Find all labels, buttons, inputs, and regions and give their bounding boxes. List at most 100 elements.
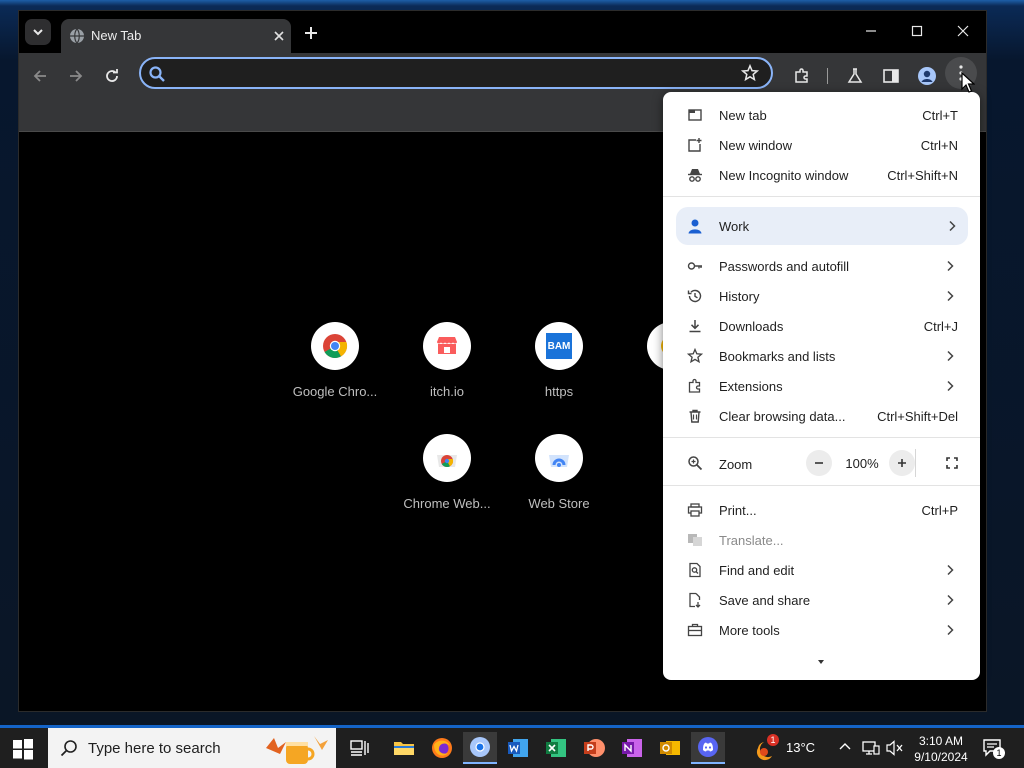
omnibox[interactable] bbox=[139, 57, 773, 89]
zoom-icon bbox=[688, 456, 703, 471]
shortcut-label: Web Store bbox=[528, 496, 590, 511]
show-hidden-icons-button[interactable] bbox=[838, 740, 854, 756]
bookmark-star-icon[interactable] bbox=[741, 64, 759, 82]
autumn-mug-icon bbox=[266, 736, 328, 764]
mouse-cursor-icon bbox=[961, 72, 975, 93]
zoom-out-button[interactable] bbox=[806, 450, 832, 476]
task-view-button[interactable] bbox=[343, 732, 377, 764]
shortcut-tile[interactable]: Google Chro... bbox=[285, 322, 385, 412]
shortcut-label: itch.io bbox=[430, 384, 464, 399]
taskbar-onenote[interactable] bbox=[615, 732, 649, 764]
shortcut-tile[interactable]: itch.io bbox=[397, 322, 497, 412]
onenote-icon bbox=[622, 739, 642, 757]
new-tab-button[interactable] bbox=[299, 21, 323, 45]
omnibox-input[interactable] bbox=[175, 62, 719, 86]
menu-scroll-down-button[interactable] bbox=[816, 653, 826, 664]
search-icon bbox=[60, 740, 77, 757]
minus-icon bbox=[815, 462, 823, 464]
menu-item-bookmarks-and-lists[interactable]: Bookmarks and lists bbox=[663, 341, 980, 371]
tab-new-tab[interactable]: New Tab bbox=[61, 19, 291, 53]
menu-item-passwords-and-autofill[interactable]: Passwords and autofill bbox=[663, 251, 980, 281]
taskbar-outlook[interactable] bbox=[653, 732, 687, 764]
extensions-button[interactable] bbox=[788, 62, 816, 90]
menu-item-save-and-share[interactable]: Save and share bbox=[663, 585, 980, 615]
fullscreen-icon bbox=[946, 457, 958, 469]
menu-item-new-incognito-window[interactable]: New Incognito window Ctrl+Shift+N bbox=[663, 160, 980, 190]
labs-button[interactable] bbox=[841, 62, 869, 90]
notification-center-button[interactable]: 1 bbox=[982, 737, 1005, 759]
volume-button[interactable] bbox=[885, 740, 905, 756]
weather-widget[interactable]: 1 bbox=[752, 734, 780, 762]
chevron-right-icon bbox=[947, 380, 954, 392]
save-share-icon bbox=[689, 592, 701, 608]
back-button[interactable] bbox=[26, 62, 54, 90]
menu-item-extensions[interactable]: Extensions bbox=[663, 371, 980, 401]
print-icon bbox=[687, 503, 703, 517]
side-panel-button[interactable] bbox=[877, 62, 905, 90]
shortcut-label: https bbox=[544, 384, 574, 399]
firefox-icon bbox=[432, 738, 452, 758]
menu-item-profile-work[interactable]: Work bbox=[676, 207, 968, 245]
translate-icon bbox=[688, 534, 702, 546]
close-window-button[interactable] bbox=[940, 17, 986, 45]
arrow-left-icon bbox=[33, 70, 46, 82]
chevron-right-icon bbox=[947, 564, 954, 576]
taskbar-discord[interactable] bbox=[691, 732, 725, 764]
taskbar-file-explorer[interactable] bbox=[387, 732, 421, 764]
plus-icon bbox=[305, 27, 317, 39]
find-icon bbox=[689, 562, 701, 578]
taskbar-chrome[interactable] bbox=[463, 732, 497, 764]
chevron-right-icon bbox=[947, 350, 954, 362]
zoom-in-button[interactable] bbox=[889, 450, 915, 476]
fullscreen-button[interactable] bbox=[939, 450, 965, 476]
network-icon bbox=[862, 741, 880, 755]
menu-item-more-tools[interactable]: More tools bbox=[663, 615, 980, 645]
chevron-down-icon bbox=[33, 29, 43, 36]
windows-start-icon[interactable] bbox=[12, 738, 34, 760]
plus-icon bbox=[898, 459, 906, 467]
chevron-right-icon bbox=[949, 220, 956, 232]
shortcut-tile[interactable]: Chrome Web... bbox=[397, 434, 497, 524]
tab-close-button[interactable] bbox=[269, 26, 289, 46]
close-icon bbox=[274, 31, 284, 41]
taskbar-firefox[interactable] bbox=[425, 732, 459, 764]
menu-item-new-window[interactable]: New window Ctrl+N bbox=[663, 130, 980, 160]
menu-item-find-and-edit[interactable]: Find and edit bbox=[663, 555, 980, 585]
puzzle-icon bbox=[795, 68, 808, 83]
menu-item-print[interactable]: Print... Ctrl+P bbox=[663, 495, 980, 525]
minimize-icon bbox=[866, 30, 876, 32]
menu-item-new-tab[interactable]: New tab Ctrl+T bbox=[663, 100, 980, 130]
taskbar-excel[interactable] bbox=[539, 732, 573, 764]
trash-icon bbox=[689, 409, 701, 423]
reload-button[interactable] bbox=[98, 62, 126, 90]
shortcut-tile[interactable]: Web Store bbox=[509, 434, 609, 524]
maximize-button[interactable] bbox=[894, 17, 940, 45]
weather-temperature: 13°C bbox=[786, 740, 816, 755]
word-icon bbox=[508, 739, 528, 757]
taskbar-powerpoint[interactable] bbox=[577, 732, 611, 764]
zoom-value: 100% bbox=[845, 456, 879, 471]
folder-icon bbox=[394, 742, 414, 755]
chrome-menu: New tab Ctrl+T New window Ctrl+N New Inc… bbox=[663, 92, 980, 680]
new-tab-icon bbox=[688, 109, 702, 121]
taskbar-word[interactable] bbox=[501, 732, 535, 764]
star-icon bbox=[687, 348, 703, 364]
forward-button[interactable] bbox=[62, 62, 90, 90]
shortcut-tile[interactable]: BAM https bbox=[509, 322, 609, 412]
taskbar-search-box[interactable]: Type here to search bbox=[48, 728, 336, 768]
menu-item-translate[interactable]: Translate... bbox=[663, 525, 980, 555]
menu-item-downloads[interactable]: Downloads Ctrl+J bbox=[663, 311, 980, 341]
chrome-icon bbox=[323, 334, 348, 359]
menu-item-history[interactable]: History bbox=[663, 281, 980, 311]
network-button[interactable] bbox=[862, 740, 880, 756]
volume-muted-icon bbox=[886, 740, 903, 756]
chevron-right-icon bbox=[947, 260, 954, 272]
outlook-icon bbox=[660, 741, 680, 755]
menu-item-clear-browsing-data[interactable]: Clear browsing data... Ctrl+Shift+Del bbox=[663, 401, 980, 431]
minimize-button[interactable] bbox=[848, 17, 894, 45]
taskbar-clock[interactable]: 3:10 AM 9/10/2024 bbox=[906, 733, 976, 765]
menu-zoom-row: Zoom 100% bbox=[663, 447, 980, 479]
reload-icon bbox=[106, 69, 118, 82]
profile-button[interactable] bbox=[913, 62, 941, 90]
tab-search-button[interactable] bbox=[25, 19, 51, 45]
